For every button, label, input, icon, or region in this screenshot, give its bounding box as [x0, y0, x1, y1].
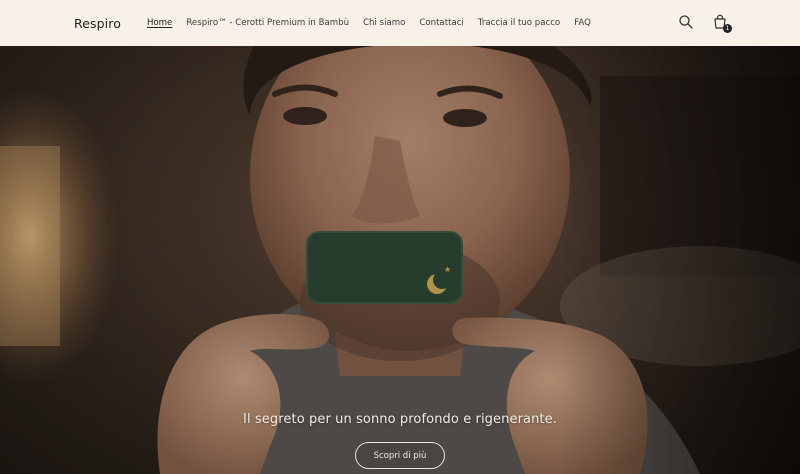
cart-icon[interactable]: 1: [712, 14, 732, 33]
site-header: Respiro Home Respiro™ - Cerotti Premium …: [0, 0, 800, 46]
search-icon[interactable]: [678, 14, 694, 30]
nav-about[interactable]: Chi siamo: [363, 18, 405, 28]
header-icons: 1: [678, 14, 732, 33]
main-nav: Home Respiro™ - Cerotti Premium in Bambù…: [147, 18, 591, 28]
nav-track-order[interactable]: Traccia il tuo pacco: [478, 18, 560, 28]
nav-contact[interactable]: Contattaci: [419, 18, 463, 28]
site-logo[interactable]: Respiro: [74, 16, 121, 31]
hero-tagline: Il segreto per un sonno profondo e rigen…: [243, 412, 557, 427]
nav-home[interactable]: Home: [147, 18, 172, 28]
discover-more-button[interactable]: Scopri di più: [355, 442, 445, 469]
nav-product[interactable]: Respiro™ - Cerotti Premium in Bambù: [186, 18, 349, 28]
nav-faq[interactable]: FAQ: [574, 18, 591, 28]
cart-count-badge: 1: [723, 24, 732, 33]
hero-image: ★: [0, 46, 800, 474]
hero-banner: ★ Il segreto per un sonno profondo e rig…: [0, 46, 800, 474]
